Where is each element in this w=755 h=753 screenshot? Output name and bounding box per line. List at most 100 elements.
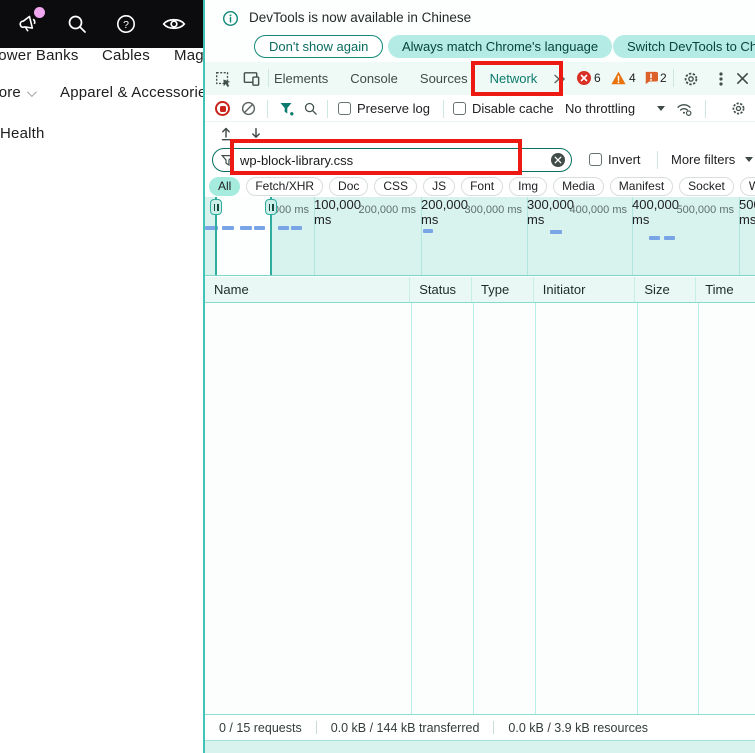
column-separator xyxy=(698,303,699,714)
clear-icon[interactable] xyxy=(241,101,256,116)
clear-filter-icon[interactable] xyxy=(551,153,565,167)
filter-input-highlight xyxy=(230,139,522,175)
settings-gear-icon[interactable] xyxy=(681,69,700,88)
request-bar xyxy=(649,236,660,240)
nav-link-more[interactable]: More xyxy=(0,84,37,101)
chevron-down-icon xyxy=(26,87,37,98)
column-header[interactable]: Size xyxy=(635,277,697,302)
network-conditions-icon[interactable] xyxy=(675,100,693,117)
always-match-language-button[interactable]: Always match Chrome's language xyxy=(388,35,613,58)
issues-icon[interactable] xyxy=(644,71,658,85)
announcement-icon[interactable] xyxy=(16,7,45,37)
inspect-element-icon[interactable] xyxy=(213,69,232,88)
network-status-bar: 0 / 15 requests 0.0 kB / 144 kB transfer… xyxy=(205,714,755,740)
requests-summary: 0 / 15 requests xyxy=(219,720,302,735)
request-bar xyxy=(423,229,433,233)
column-header[interactable]: Status xyxy=(410,277,472,302)
screenshot-root: ? Power Banks Cables MagSafe More Apparel … xyxy=(0,0,755,753)
type-chip[interactable]: Doc xyxy=(329,176,369,196)
nav-link-health[interactable]: Health xyxy=(0,125,45,142)
type-chip[interactable]: Font xyxy=(461,176,504,196)
record-button[interactable] xyxy=(215,101,230,116)
kebab-menu-icon[interactable] xyxy=(711,69,730,88)
devtools-infobar: DevTools is now available in Chinese Don… xyxy=(205,0,755,62)
throttling-select[interactable]: No throttling xyxy=(565,101,635,116)
nav-link-apparel[interactable]: Apparel & Accessories xyxy=(60,84,203,101)
resources-summary: 0.0 kB / 3.9 kB resources xyxy=(508,720,649,735)
column-separator xyxy=(637,303,638,714)
nav-link[interactable]: MagSafe xyxy=(174,47,203,64)
selection-window[interactable] xyxy=(215,197,271,275)
network-settings-gear-icon[interactable] xyxy=(730,100,747,117)
error-icon[interactable] xyxy=(577,71,591,85)
column-header[interactable]: Type xyxy=(472,277,534,302)
type-chip[interactable]: Manifest xyxy=(609,176,674,196)
type-chip[interactable]: Wasm xyxy=(739,176,755,196)
nav-link[interactable]: Cables xyxy=(102,47,150,64)
warning-icon[interactable] xyxy=(611,71,626,85)
devtools-tab[interactable]: Console xyxy=(339,62,409,95)
switch-to-chinese-button[interactable]: Switch DevTools to Chinese xyxy=(613,35,755,58)
devtools-tab[interactable]: Elements xyxy=(263,62,339,95)
devtools-tab[interactable]: Sources xyxy=(409,62,479,95)
devtools-panel: DevTools is now available in Chinese Don… xyxy=(203,0,755,753)
type-chip[interactable]: CSS xyxy=(374,176,418,196)
preserve-log-checkbox[interactable] xyxy=(338,102,351,115)
type-chip[interactable]: Media xyxy=(553,176,604,196)
request-bar xyxy=(664,236,675,240)
request-bar xyxy=(240,226,252,230)
more-filters-button[interactable]: More filters xyxy=(671,152,735,167)
close-icon[interactable] xyxy=(733,69,752,88)
search-icon[interactable] xyxy=(64,11,90,37)
dont-show-again-button[interactable]: Don't show again xyxy=(254,35,384,58)
invert-checkbox[interactable] xyxy=(589,153,602,166)
notification-dot xyxy=(34,7,45,18)
nav-link[interactable]: Power Banks xyxy=(0,47,79,64)
eye-icon[interactable] xyxy=(161,11,187,37)
info-icon xyxy=(222,10,239,27)
svg-text:?: ? xyxy=(123,19,129,31)
search-network-icon[interactable] xyxy=(303,101,318,116)
type-chip[interactable]: Socket xyxy=(679,176,734,196)
preserve-log-label[interactable]: Preserve log xyxy=(357,101,430,116)
throttling-caret-icon[interactable] xyxy=(657,106,665,111)
resource-type-chips: All Fetch/XHR Doc CSS JS Font Img Media Manifest… xyxy=(205,175,755,197)
filter-toggle-icon[interactable] xyxy=(279,101,295,117)
request-bar xyxy=(550,230,562,234)
type-chip[interactable]: All xyxy=(209,176,241,196)
type-chip[interactable]: Img xyxy=(509,176,548,196)
column-separator xyxy=(535,303,536,714)
column-separator xyxy=(411,303,412,714)
transferred-summary: 0.0 kB / 144 kB transferred xyxy=(330,720,480,735)
disable-cache-checkbox[interactable] xyxy=(453,102,466,115)
error-count: 6 xyxy=(594,71,601,85)
request-bar xyxy=(254,226,265,230)
warning-count: 4 xyxy=(629,71,636,85)
issues-count: 2 xyxy=(660,71,667,85)
network-toolbar: Preserve log Disable cache No throttling xyxy=(205,95,755,122)
network-tab-highlight xyxy=(471,61,563,96)
request-bar xyxy=(291,226,302,230)
column-header[interactable]: Time xyxy=(696,277,755,302)
timeline-overview[interactable]: 100,000 ms 200,000 ms 300,000 ms 400,000 ms… xyxy=(205,197,755,276)
request-bar xyxy=(278,226,289,230)
right-drag-handle[interactable] xyxy=(265,199,277,215)
type-chip[interactable]: Fetch/XHR xyxy=(246,176,324,196)
column-separator xyxy=(473,303,474,714)
requests-table-header: Name Status Type Initiator Size Time xyxy=(205,277,755,303)
drawer-strip xyxy=(205,740,755,753)
column-header[interactable]: Initiator xyxy=(534,277,636,302)
storefront-page: ? Power Banks Cables MagSafe More Apparel … xyxy=(0,0,203,753)
device-toolbar-icon[interactable] xyxy=(242,69,261,88)
request-bar xyxy=(222,226,234,230)
left-drag-handle[interactable] xyxy=(210,199,222,215)
requests-table-body[interactable] xyxy=(205,303,755,714)
tick-label: 500,000 ms xyxy=(676,204,734,216)
help-icon[interactable]: ? xyxy=(113,11,139,37)
site-header: ? xyxy=(0,0,203,48)
more-filters-caret-icon[interactable] xyxy=(745,157,753,162)
type-chip[interactable]: JS xyxy=(423,176,456,196)
invert-label[interactable]: Invert xyxy=(608,152,641,167)
disable-cache-label[interactable]: Disable cache xyxy=(472,101,554,116)
column-header[interactable]: Name xyxy=(205,277,411,302)
